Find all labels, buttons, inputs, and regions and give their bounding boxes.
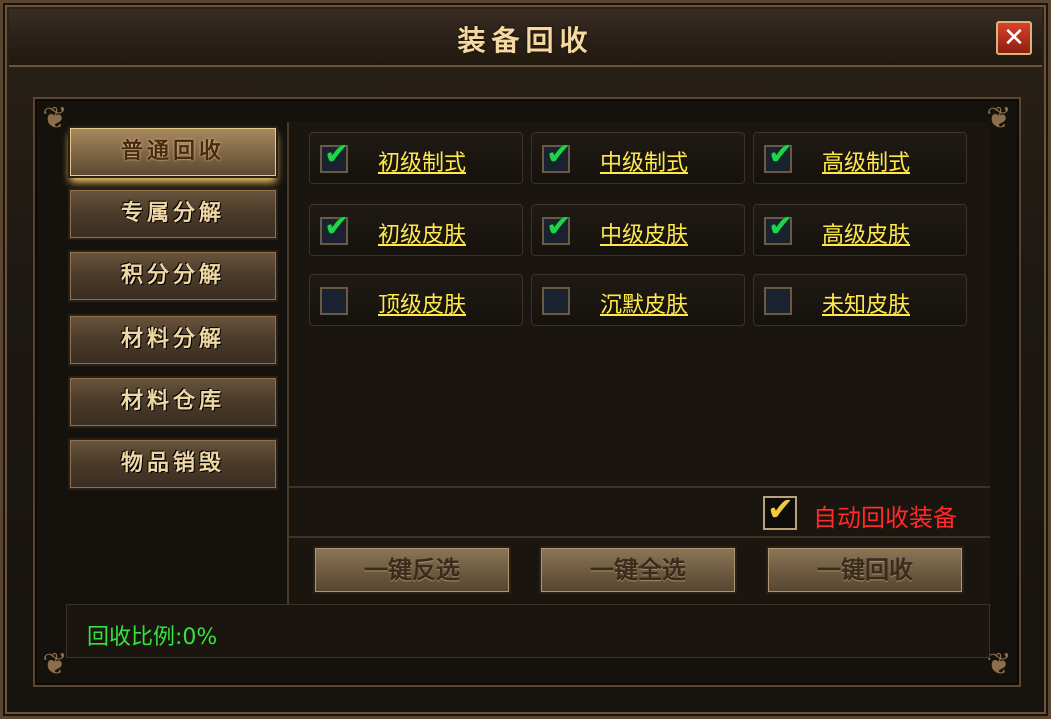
checkbox[interactable]: [542, 287, 570, 315]
select-all-button[interactable]: 一键全选: [539, 546, 737, 594]
check-icon: ✔: [324, 209, 350, 244]
option-top-skin[interactable]: 顶级皮肤: [309, 274, 523, 326]
option-label: 顶级皮肤: [378, 293, 467, 318]
checkbox[interactable]: ✔: [542, 137, 571, 173]
divider: [289, 536, 990, 538]
option-label: 中级制式: [600, 151, 689, 176]
check-icon: ✔: [546, 209, 572, 244]
checkbox[interactable]: ✔: [764, 137, 793, 173]
recycle-all-button[interactable]: 一键回收: [766, 546, 964, 594]
option-label: 初级制式: [378, 151, 467, 176]
option-unknown-skin[interactable]: 未知皮肤: [753, 274, 967, 326]
invert-select-button[interactable]: 一键反选: [313, 546, 511, 594]
sidebar-item-points-decompose[interactable]: 积分分解: [68, 250, 278, 302]
recycle-ratio-bar: 回收比例:0%: [66, 604, 990, 658]
checkbox[interactable]: ✔: [542, 209, 571, 245]
option-label: 高级皮肤: [822, 223, 911, 248]
sidebar: 普通回收 专属分解 积分分解 材料分解 材料仓库 物品销毁: [62, 120, 282, 600]
sidebar-item-material-warehouse[interactable]: 材料仓库: [68, 376, 278, 428]
check-icon: ✔: [324, 137, 350, 172]
option-silent-skin[interactable]: 沉默皮肤: [531, 274, 745, 326]
auto-recycle-checkbox[interactable]: ✔: [763, 490, 797, 530]
option-basic-standard[interactable]: ✔ 初级制式: [309, 132, 523, 184]
option-basic-skin[interactable]: ✔ 初级皮肤: [309, 204, 523, 256]
options-panel: ✔ 初级制式 ✔ 中级制式 ✔ 高级制式 ✔ 初级皮肤 ✔ 中级皮肤 ✔ 高级皮…: [287, 122, 990, 604]
option-high-standard[interactable]: ✔ 高级制式: [753, 132, 967, 184]
option-label: 初级皮肤: [378, 223, 467, 248]
sidebar-item-normal-recycle[interactable]: 普通回收: [68, 126, 278, 178]
divider: [289, 486, 990, 488]
option-label: 中级皮肤: [600, 223, 689, 248]
close-button[interactable]: ✕: [996, 21, 1032, 55]
recycle-ratio-text: 回收比例:0%: [87, 625, 218, 650]
option-label: 高级制式: [822, 151, 911, 176]
sidebar-item-exclusive-decompose[interactable]: 专属分解: [68, 188, 278, 240]
check-icon: ✔: [767, 490, 794, 528]
sidebar-item-material-decompose[interactable]: 材料分解: [68, 314, 278, 366]
sidebar-item-item-destroy[interactable]: 物品销毁: [68, 438, 278, 490]
option-label: 沉默皮肤: [600, 293, 689, 318]
checkbox[interactable]: ✔: [320, 137, 349, 173]
option-mid-skin[interactable]: ✔ 中级皮肤: [531, 204, 745, 256]
check-icon: ✔: [768, 137, 794, 172]
checkbox[interactable]: [764, 287, 792, 315]
check-icon: ✔: [768, 209, 794, 244]
checkbox[interactable]: ✔: [320, 209, 349, 245]
window-title: 装备回收: [457, 24, 594, 57]
option-mid-standard[interactable]: ✔ 中级制式: [531, 132, 745, 184]
checkbox[interactable]: ✔: [764, 209, 793, 245]
title-bar: 装备回收 ✕: [9, 9, 1042, 67]
auto-recycle-label: 自动回收装备: [813, 504, 957, 532]
check-icon: ✔: [546, 137, 572, 172]
checkbox[interactable]: [320, 287, 348, 315]
option-high-skin[interactable]: ✔ 高级皮肤: [753, 204, 967, 256]
option-label: 未知皮肤: [822, 293, 911, 318]
